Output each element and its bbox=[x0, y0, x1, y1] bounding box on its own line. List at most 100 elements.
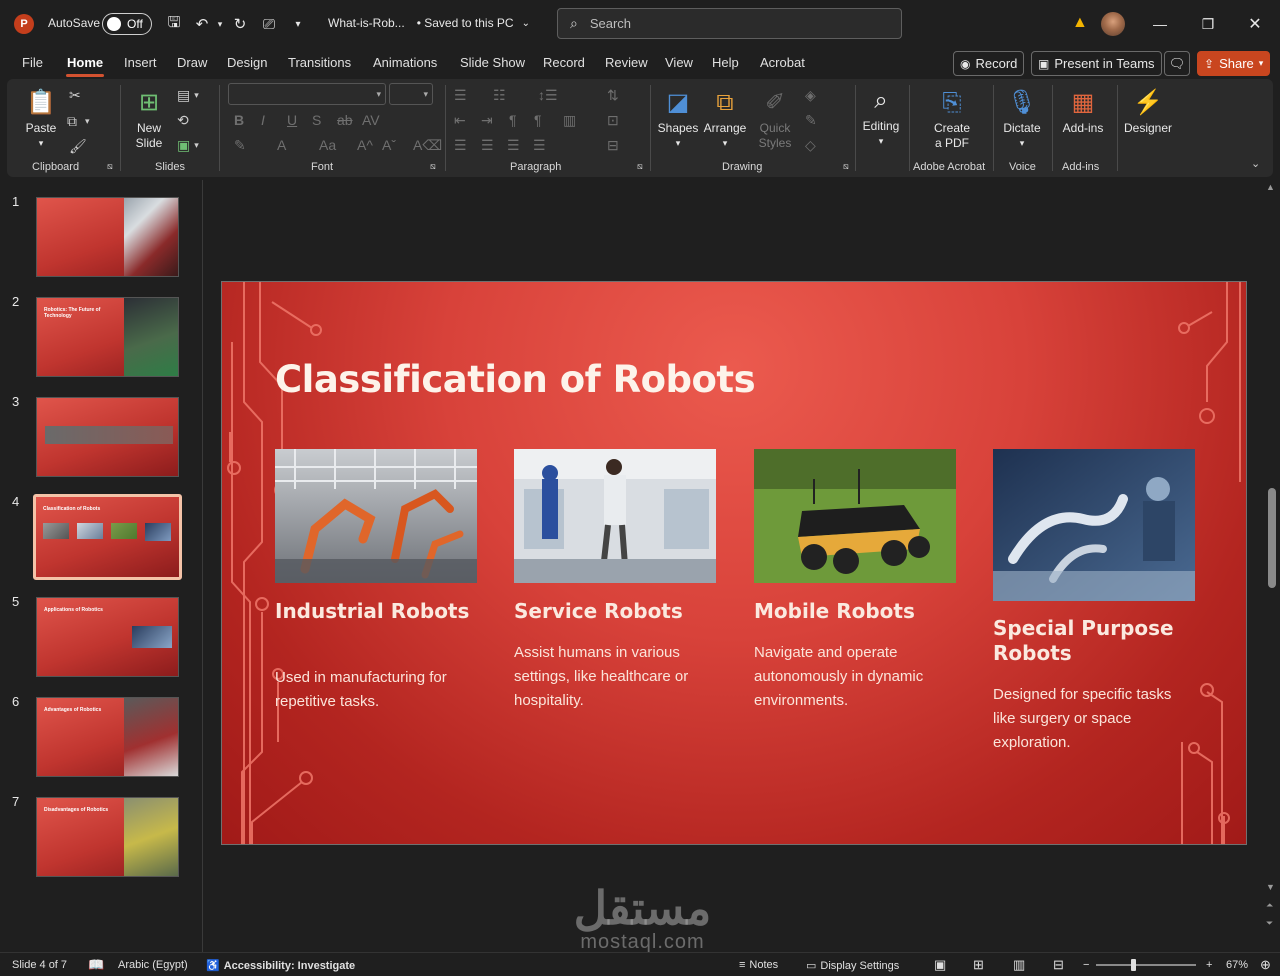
slide-thumbnail-4[interactable]: Classification of Robots bbox=[33, 494, 182, 580]
tab-home[interactable]: Home bbox=[67, 55, 103, 70]
zoom-out-icon[interactable]: − bbox=[1083, 959, 1089, 971]
increase-font-icon[interactable]: A^ bbox=[357, 137, 373, 153]
tab-slide-show[interactable]: Slide Show bbox=[460, 55, 525, 70]
normal-view-icon[interactable]: ▣ bbox=[934, 957, 946, 973]
tab-file[interactable]: File bbox=[22, 55, 43, 70]
special-purpose-robots-title[interactable]: Special Purpose Robots bbox=[993, 616, 1213, 666]
record-button[interactable]: ◉ Record bbox=[953, 51, 1025, 76]
industrial-robot-image[interactable] bbox=[275, 449, 477, 583]
tab-record[interactable]: Record bbox=[543, 55, 585, 70]
fit-to-window-icon[interactable]: ⊕ bbox=[1260, 957, 1271, 973]
clear-formatting-icon[interactable]: A⌫ bbox=[413, 137, 442, 154]
increase-indent-icon[interactable]: ⇥ bbox=[481, 112, 493, 129]
font-size-select[interactable]: ▾ bbox=[389, 83, 433, 105]
accessibility-status[interactable]: ♿ Accessibility: Investigate bbox=[206, 959, 355, 973]
zoom-slider[interactable] bbox=[1096, 964, 1196, 966]
comments-button[interactable]: 🗨 bbox=[1164, 51, 1190, 76]
service-robots-title[interactable]: Service Robots bbox=[514, 599, 724, 624]
font-family-select[interactable]: ▾ bbox=[228, 83, 386, 105]
slide-thumbnail-2[interactable]: Robotics: The Future of Technology bbox=[36, 297, 179, 377]
document-title[interactable]: What-is-Rob... • Saved to this PC ⌄ bbox=[328, 16, 530, 30]
dictate-button[interactable]: 🎙 Dictate ▾ bbox=[1000, 85, 1044, 151]
slideshow-view-icon[interactable]: ⊟ bbox=[1053, 957, 1064, 973]
arrange-button[interactable]: ⧉ Arrange ▾ bbox=[702, 85, 748, 151]
search-box[interactable]: ⌕ Search bbox=[557, 8, 902, 39]
avatar[interactable] bbox=[1101, 12, 1125, 36]
bold-icon[interactable]: B bbox=[234, 112, 244, 128]
paste-button[interactable]: 📋 Paste ▾ bbox=[25, 85, 57, 151]
close-icon[interactable]: ✕ bbox=[1240, 10, 1270, 38]
italic-icon[interactable]: I bbox=[261, 112, 265, 128]
slide-title[interactable]: Classification of Robots bbox=[275, 358, 756, 401]
service-robot-image[interactable] bbox=[514, 449, 716, 583]
clipboard-launcher-icon[interactable]: ⧅ bbox=[107, 161, 113, 172]
quick-styles-button[interactable]: ✐ Quick Styles bbox=[755, 85, 795, 151]
scrollbar-thumb[interactable] bbox=[1268, 488, 1276, 588]
section-icon[interactable]: ▣ ▾ bbox=[177, 137, 199, 154]
industrial-robots-title[interactable]: Industrial Robots bbox=[275, 599, 475, 624]
share-button[interactable]: ⇪ Share ▾ bbox=[1197, 51, 1271, 76]
industrial-robots-description[interactable]: Used in manufacturing for repetitive tas… bbox=[275, 666, 475, 714]
redo-icon[interactable]: ↻ bbox=[228, 12, 252, 36]
next-slide-icon[interactable]: ⏷ bbox=[1266, 918, 1273, 929]
character-spacing-icon[interactable]: AV bbox=[362, 112, 380, 128]
special-purpose-robot-image[interactable] bbox=[993, 449, 1195, 601]
slide-thumbnail-7[interactable]: Disadvantages of Robotics bbox=[36, 797, 179, 877]
columns-icon[interactable]: ▥ bbox=[563, 112, 576, 129]
present-in-teams-button[interactable]: ▣ Present in Teams bbox=[1031, 51, 1162, 76]
slide-4[interactable]: Classification of Robots Industrial Robo… bbox=[221, 281, 1247, 845]
previous-slide-icon[interactable]: ⏶ bbox=[1266, 900, 1273, 911]
editing-button[interactable]: ⌕ Editing ▾ bbox=[859, 83, 903, 149]
cut-icon[interactable]: ✂ bbox=[69, 87, 81, 104]
drawing-launcher-icon[interactable]: ⧅ bbox=[843, 161, 849, 172]
strikethrough-icon[interactable]: ab bbox=[337, 112, 353, 128]
reset-icon[interactable]: ⟲ bbox=[177, 112, 189, 129]
copy-icon[interactable]: ⧉ ▾ bbox=[67, 113, 90, 130]
slide-thumbnail-5[interactable]: Applications of Robotics bbox=[36, 597, 179, 677]
warning-icon[interactable]: ▲ bbox=[1072, 14, 1088, 32]
numbering-icon[interactable]: ☷ bbox=[493, 87, 506, 104]
slide-sorter-icon[interactable]: ⊞ bbox=[973, 957, 984, 973]
align-left-icon[interactable]: ☰ bbox=[454, 137, 467, 154]
text-direction-icon[interactable]: ⇅ bbox=[607, 87, 619, 104]
tab-view[interactable]: View bbox=[665, 55, 693, 70]
bullets-icon[interactable]: ☰ bbox=[454, 87, 467, 104]
designer-button[interactable]: ⚡ Designer bbox=[1123, 85, 1173, 136]
shape-effects-icon[interactable]: ◇ bbox=[805, 137, 816, 154]
shape-fill-icon[interactable]: ◈ bbox=[805, 87, 816, 104]
spelling-icon[interactable]: 📖 bbox=[88, 957, 104, 973]
save-icon[interactable]: 🖫 bbox=[162, 12, 186, 36]
new-slide-button[interactable]: ⊞ New Slide bbox=[127, 85, 171, 151]
autosave-toggle[interactable]: Off bbox=[102, 13, 152, 35]
ribbon-collapse-icon[interactable]: ⌄ bbox=[1251, 157, 1260, 170]
align-right-icon[interactable]: ☰ bbox=[507, 137, 520, 154]
tab-draw[interactable]: Draw bbox=[177, 55, 207, 70]
paragraph-launcher-icon[interactable]: ⧅ bbox=[637, 161, 643, 172]
mobile-robots-title[interactable]: Mobile Robots bbox=[754, 599, 954, 624]
zoom-slider-thumb[interactable] bbox=[1131, 959, 1136, 971]
ltr-icon[interactable]: ¶ bbox=[534, 112, 542, 128]
present-icon[interactable]: ⎚ bbox=[257, 12, 281, 36]
decrease-font-icon[interactable]: Aˇ bbox=[382, 137, 396, 153]
tab-acrobat[interactable]: Acrobat bbox=[760, 55, 805, 70]
tab-transitions[interactable]: Transitions bbox=[288, 55, 351, 70]
scroll-down-icon[interactable]: ▼ bbox=[1266, 882, 1275, 892]
underline-icon[interactable]: U bbox=[287, 112, 297, 128]
rtl-icon[interactable]: ¶ bbox=[509, 112, 517, 128]
language-indicator[interactable]: Arabic (Egypt) bbox=[118, 959, 188, 971]
decrease-indent-icon[interactable]: ⇤ bbox=[454, 112, 466, 129]
display-settings-button[interactable]: ▭ Display Settings bbox=[806, 959, 899, 973]
create-pdf-button[interactable]: ⎘ Create a PDF bbox=[927, 85, 977, 151]
scroll-up-icon[interactable]: ▲ bbox=[1266, 182, 1275, 192]
tab-insert[interactable]: Insert bbox=[124, 55, 157, 70]
special-purpose-robots-description[interactable]: Designed for specific tasks like surgery… bbox=[993, 683, 1193, 755]
slide-thumbnail-6[interactable]: Advantages of Robotics bbox=[36, 697, 179, 777]
reading-view-icon[interactable]: ▥ bbox=[1013, 957, 1025, 973]
restore-icon[interactable]: ❐ bbox=[1193, 10, 1223, 38]
slide-counter[interactable]: Slide 4 of 7 bbox=[12, 959, 67, 971]
tab-animations[interactable]: Animations bbox=[373, 55, 437, 70]
shapes-button[interactable]: ◪ Shapes ▾ bbox=[657, 85, 699, 151]
zoom-level[interactable]: 67% bbox=[1226, 959, 1248, 971]
mobile-robots-description[interactable]: Navigate and operate autonomously in dyn… bbox=[754, 641, 954, 713]
minimize-icon[interactable]: — bbox=[1145, 10, 1175, 38]
